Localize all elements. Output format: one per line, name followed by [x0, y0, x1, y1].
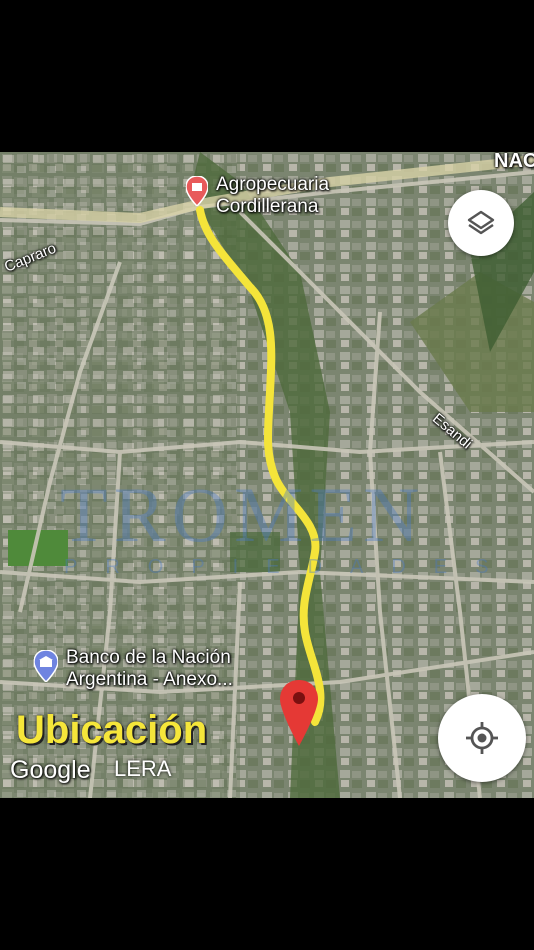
- layers-button[interactable]: [448, 190, 514, 256]
- poi-agropecuaria-line2: Cordillerana: [216, 196, 319, 217]
- destination-pin[interactable]: [280, 680, 318, 751]
- red-location-pin-icon: [280, 680, 318, 746]
- my-location-icon: [466, 722, 498, 754]
- layers-icon: [467, 210, 495, 235]
- poi-banco-line2: Argentina - Anexo...: [66, 669, 233, 690]
- poi-banco-nacion-label[interactable]: Banco de la Nación Argentina - Anexo...: [66, 647, 233, 691]
- poi-agropecuaria[interactable]: [185, 175, 209, 211]
- poi-agropecuaria-line1: Agropecuaria: [216, 174, 330, 195]
- caption-ubicacion: Ubicación: [16, 708, 208, 752]
- map-view[interactable]: TROMEN PROPIEDADES Agropecuaria Cordille…: [0, 152, 534, 798]
- bank-pin-icon: [33, 649, 59, 684]
- shopping-bag-pin-icon: [185, 175, 209, 208]
- google-logo: Google: [10, 756, 91, 784]
- poi-banco-line1: Banco de la Nación: [66, 647, 231, 668]
- poi-agropecuaria-label[interactable]: Agropecuaria Cordillerana: [216, 174, 329, 218]
- watermark-brand: TROMEN: [60, 471, 426, 558]
- poi-banco-nacion[interactable]: [33, 649, 59, 687]
- my-location-button[interactable]: [438, 694, 526, 782]
- street-label-top-right: NAC: [494, 152, 534, 172]
- watermark-subtitle: PROPIEDADES: [64, 556, 517, 578]
- logo-suffix: LERA: [114, 756, 172, 781]
